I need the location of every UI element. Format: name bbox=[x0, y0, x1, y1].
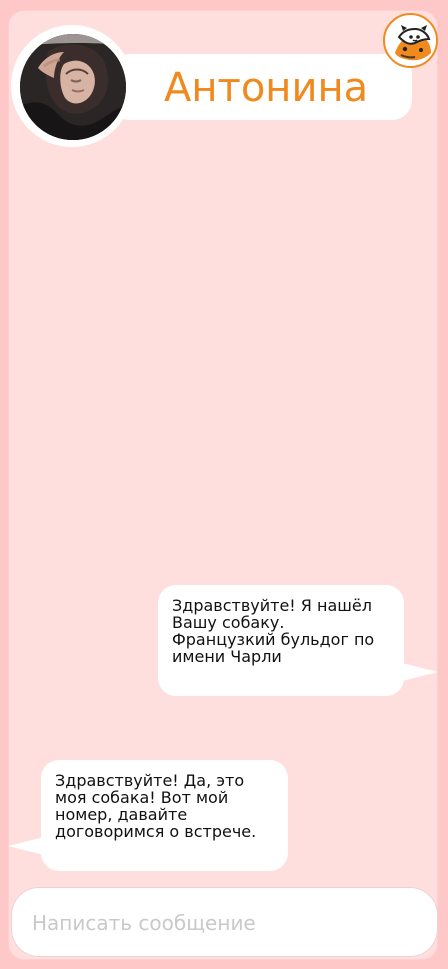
contact-name: Антонина bbox=[164, 65, 369, 111]
message-bubble-incoming: Здравствуйте! Да, это моя собака! Вот мо… bbox=[41, 760, 288, 871]
message-bubble-outgoing: Здравствуйте! Я нашёл Вашу собаку. Франц… bbox=[158, 585, 404, 696]
bubble-tail-outgoing bbox=[398, 662, 438, 682]
bubble-tail-incoming bbox=[8, 836, 48, 856]
dog-cat-logo-icon[interactable] bbox=[383, 13, 438, 68]
message-composer bbox=[11, 887, 438, 958]
message-text: Здравствуйте! Да, это моя собака! Вот мо… bbox=[55, 771, 257, 841]
avatar[interactable] bbox=[20, 34, 126, 140]
message-input[interactable] bbox=[30, 888, 424, 958]
message-text: Здравствуйте! Я нашёл Вашу собаку. Франц… bbox=[172, 596, 375, 666]
